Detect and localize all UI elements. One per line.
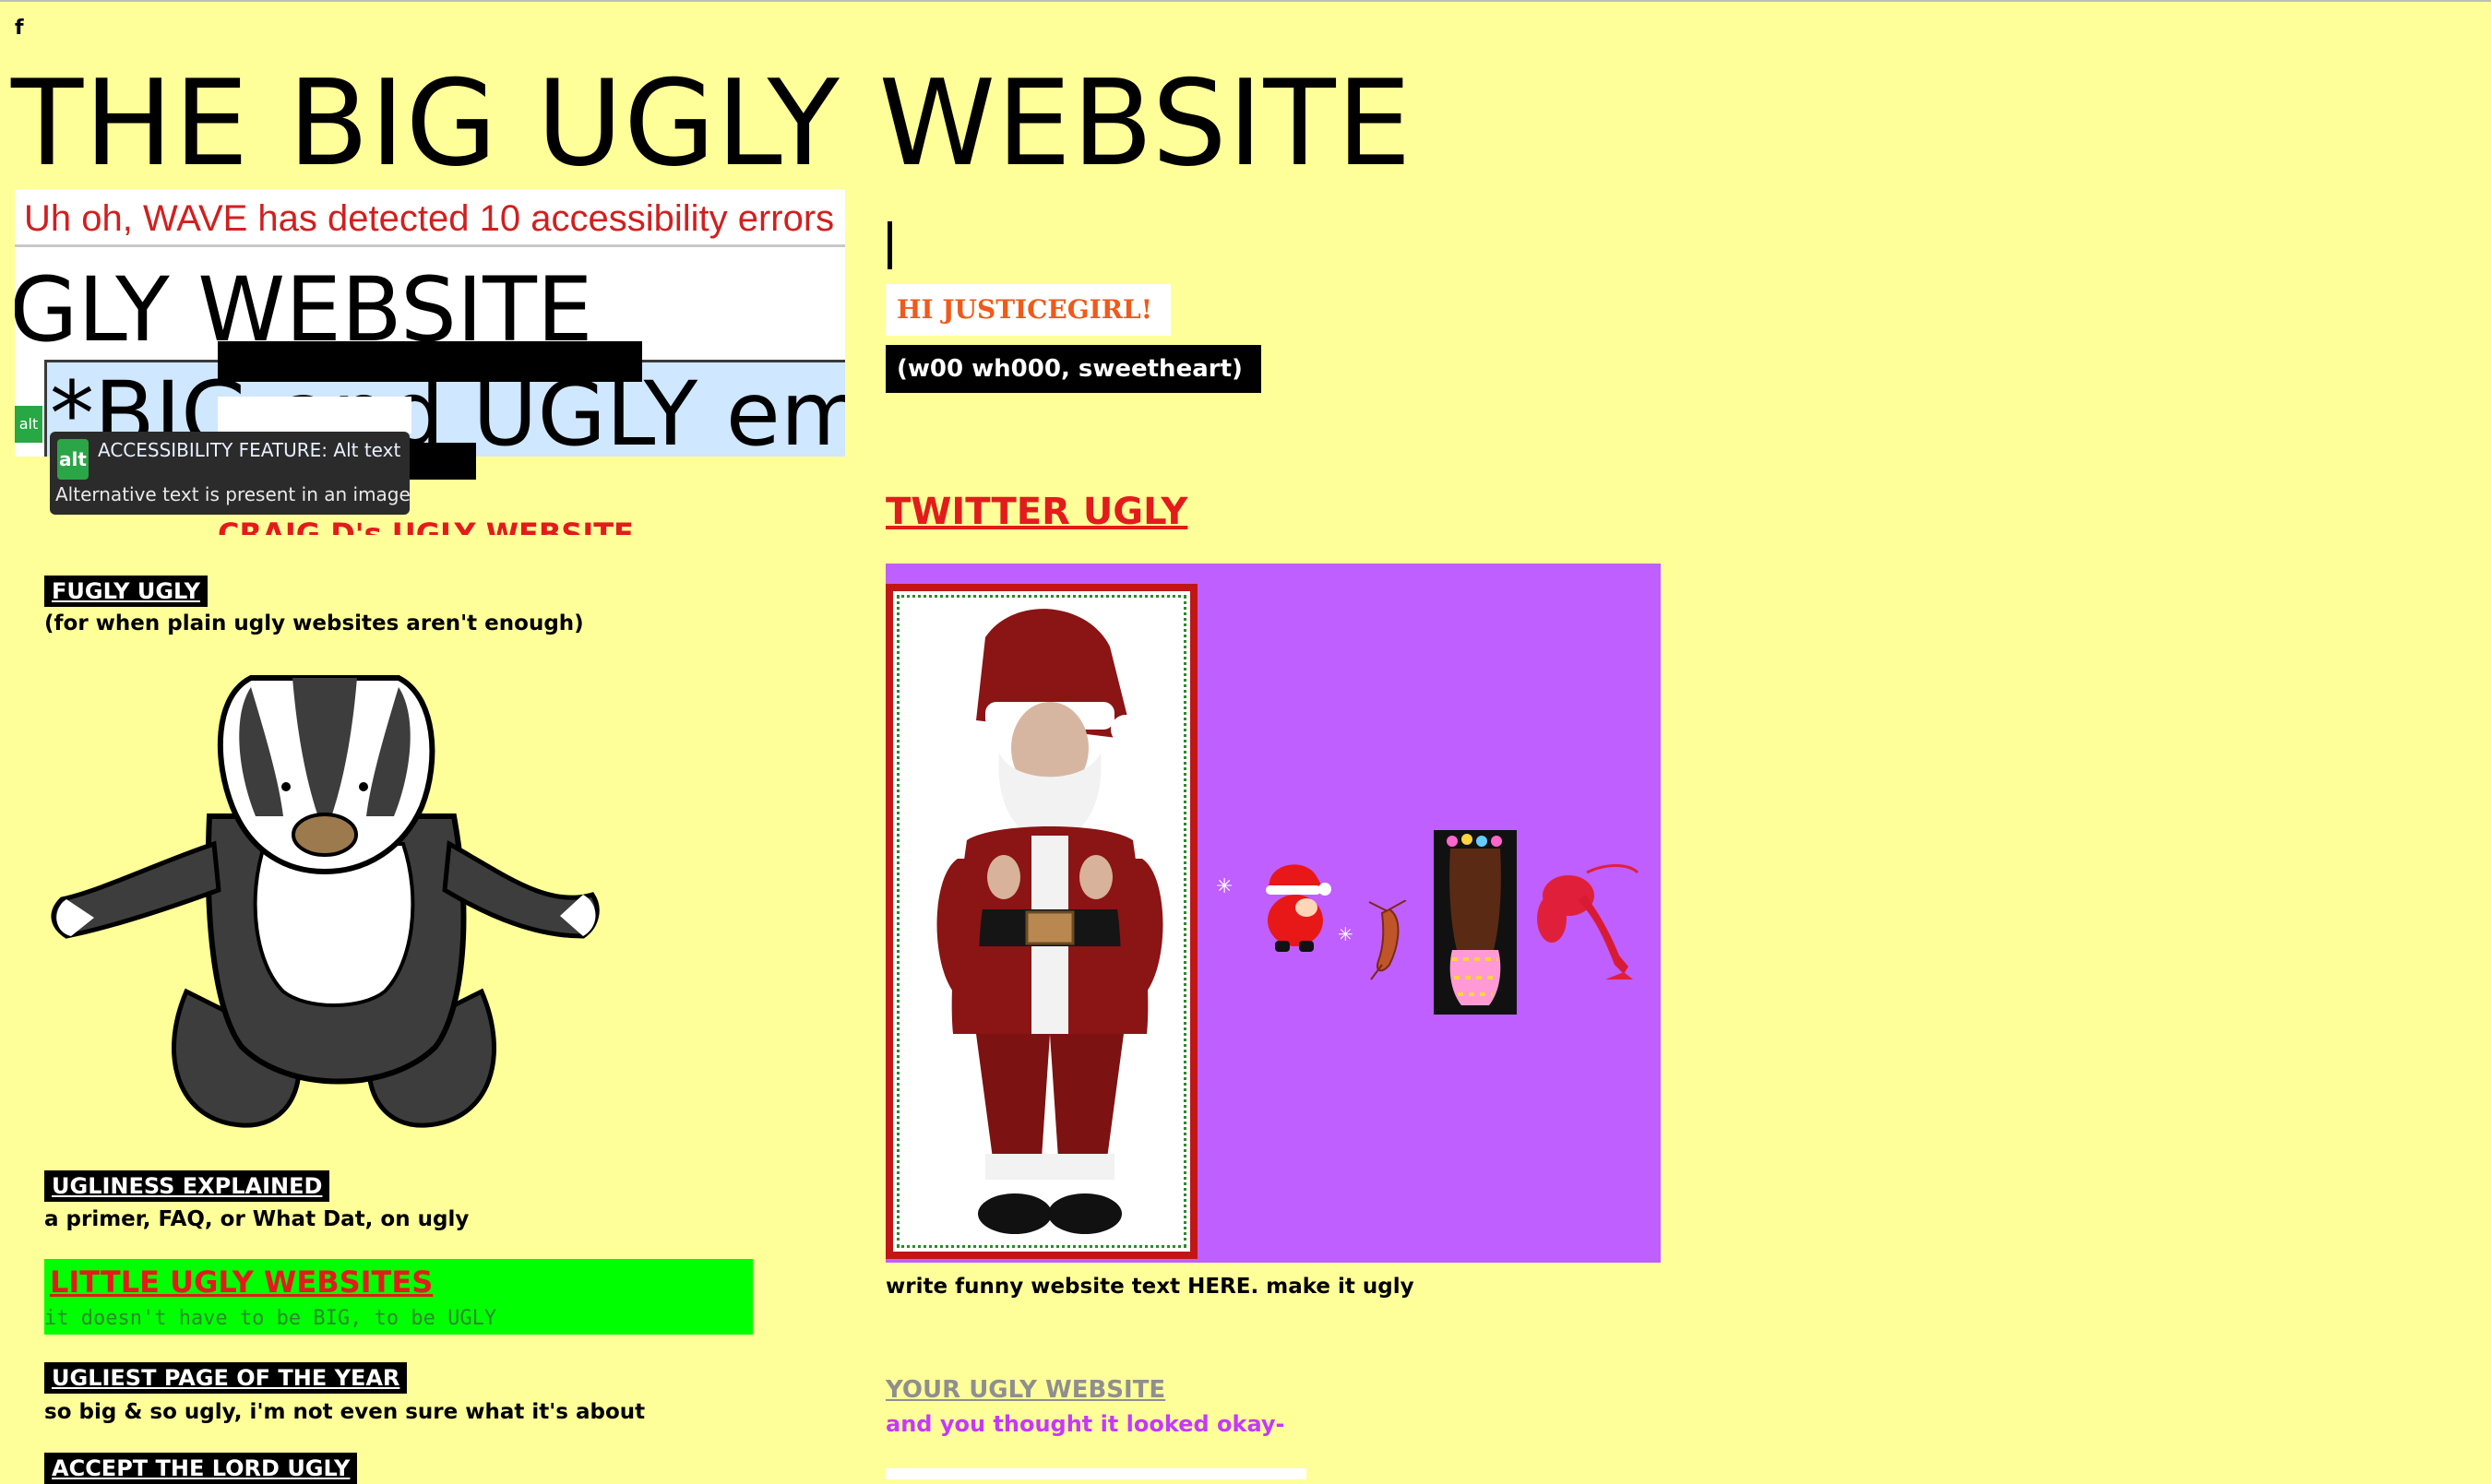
ugliest-page-sub: so big & so ugly, i'm not even sure what… <box>44 1400 646 1424</box>
page-title: THE BIG UGLY WEBSITE <box>11 55 1412 193</box>
wave-error-banner: Uh oh, WAVE has detected 10 accessibilit… <box>24 198 835 239</box>
tooltip-title: ACCESSIBILITY FEATURE: Alt text <box>98 439 401 461</box>
write-funny-text: write funny website text HERE. make it u… <box>886 1275 1414 1299</box>
ugliest-page-link[interactable]: UGLIEST PAGE OF THE YEAR <box>44 1362 408 1394</box>
tiny-santa-gif <box>1266 864 1331 952</box>
wave-tooltip: alt ACCESSIBILITY FEATURE: Alt text Alte… <box>50 432 411 515</box>
greeting-banner: HI JUSTICEGIRL! <box>886 284 1172 336</box>
divider <box>15 244 845 247</box>
cut-off-link-block[interactable] <box>886 1468 1306 1479</box>
sparkle-icon: ✳ <box>1216 875 1234 898</box>
top-border <box>0 0 2491 2</box>
redaction-bar <box>218 341 642 382</box>
little-ugly-block: LITTLE UGLY WEBSITES it doesn't have to … <box>44 1259 753 1335</box>
fugly-ugly-sub: (for when plain ugly websites aren't eno… <box>44 611 584 635</box>
alt-small-icon: alt <box>15 406 42 443</box>
tagline-banner: (w00 wh000, sweetheart) <box>886 345 1261 393</box>
text-cursor <box>888 221 892 269</box>
craig-link[interactable]: CRAIG D's UGLY WEBSITE <box>218 512 642 535</box>
stray-text: f <box>15 17 24 40</box>
hula-dancer-gif <box>1434 830 1517 1015</box>
alt-icon: alt <box>57 439 89 480</box>
wave-screenshot-image: Uh oh, WAVE has detected 10 accessibilit… <box>15 189 845 457</box>
little-ugly-link[interactable]: LITTLE UGLY WEBSITES <box>50 1264 433 1300</box>
little-ugly-sub: it doesn't have to be BIG, to be UGLY <box>44 1307 497 1330</box>
twitter-ugly-link[interactable]: TWITTER UGLY <box>886 491 1187 533</box>
dancing-shrimp-gif <box>1368 900 1407 980</box>
ugliness-explained-sub: a primer, FAQ, or What Dat, on ugly <box>44 1207 470 1231</box>
gif-panel: ✳ ✳ <box>886 564 1661 1263</box>
santa-frame <box>886 584 1198 1259</box>
lobster-gif <box>1537 864 1639 979</box>
tooltip-desc: Alternative text is present in an image <box>55 483 411 505</box>
your-ugly-link[interactable]: YOUR UGLY WEBSITE <box>886 1376 1165 1404</box>
santa-photo <box>936 609 1163 1234</box>
fugly-ugly-link[interactable]: FUGLY UGLY <box>44 576 208 607</box>
badger-image <box>51 675 600 1128</box>
white-patch <box>218 397 411 433</box>
your-ugly-sub: and you thought it looked okay- <box>886 1411 1285 1437</box>
ugliness-explained-link[interactable]: UGLINESS EXPLAINED <box>44 1170 330 1202</box>
sparkle-icon-2: ✳ <box>1338 923 1353 945</box>
